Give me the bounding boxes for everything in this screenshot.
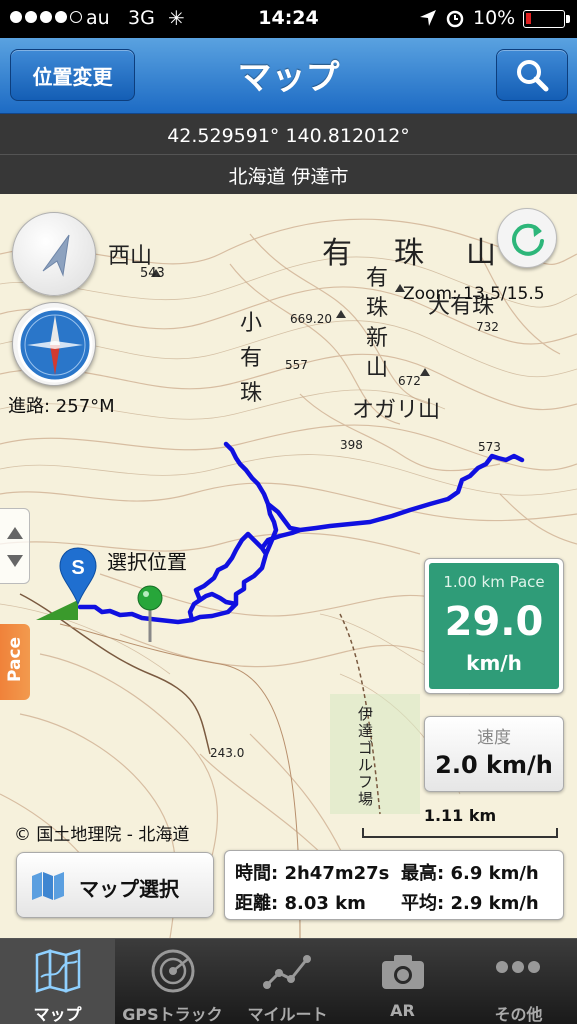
map-label-kousu-3: 珠	[240, 381, 263, 406]
speed-panel[interactable]: 速度 2.0 km/h	[424, 716, 564, 792]
pace-title: 1.00 km Pace	[443, 573, 545, 591]
coordinates-text: 42.529591° 140.812012°	[167, 125, 410, 147]
start-pin-icon: S	[59, 547, 97, 606]
map-label-golf-3: ゴ	[358, 739, 374, 757]
compass-icon	[17, 307, 93, 383]
map-label-elevation: 672	[398, 374, 421, 388]
topographic-map[interactable]: 西山 543 有 珠 山 小 有 珠 有 珠 新 山 大有珠 オガリ山 669.…	[0, 194, 577, 938]
camera-icon	[382, 955, 424, 989]
tab-ar[interactable]: AR	[345, 939, 460, 1024]
page-title: マップ	[237, 58, 340, 98]
battery-percent: 10%	[473, 7, 516, 29]
tab-gps-track-label: GPSトラック	[122, 1005, 223, 1024]
stat-max-speed: 最高: 6.9 km/h	[401, 863, 539, 884]
map-label-elevation: 243.0	[210, 746, 245, 760]
start-pin-label: S	[71, 557, 84, 579]
track-stats-panel: 時間: 2h47m27s 最高: 6.9 km/h 距離: 8.03 km 平均…	[224, 850, 564, 920]
location-arrow-icon	[420, 10, 436, 26]
tab-more-label: その他	[494, 1005, 543, 1024]
heading-lock-button[interactable]	[12, 212, 96, 296]
map-icon	[35, 949, 81, 993]
tab-gps-track[interactable]: GPSトラック	[115, 939, 230, 1024]
tab-map-label: マップ	[33, 1005, 82, 1024]
more-icon	[496, 961, 540, 973]
side-scroll-control[interactable]	[0, 508, 30, 584]
map-select-label: マップ選択	[79, 877, 179, 901]
map-label-shinzan-4: 山	[366, 356, 389, 381]
map-label-elevation: 669.20	[290, 312, 332, 326]
zoom-level: Zoom: 13.5/15.5	[403, 284, 545, 304]
map-label-kousu-2: 有	[240, 346, 263, 371]
stat-time: 時間: 2h47m27s	[235, 863, 390, 884]
pace-unit: km/h	[466, 651, 522, 675]
selected-position-pin-icon	[137, 585, 163, 642]
refresh-button[interactable]	[497, 208, 557, 268]
map-label-elevation: 543	[140, 266, 165, 281]
pace-tab-label: Pace	[5, 636, 25, 682]
pace-tab[interactable]: Pace	[0, 624, 30, 700]
map-label-golf-4: ル	[358, 756, 374, 774]
search-icon	[517, 60, 549, 92]
map-label-shinzan-3: 新	[366, 326, 389, 351]
status-bar: au 3G ✳ 14:24 10%	[0, 0, 577, 38]
place-name: 北海道 伊達市	[228, 166, 349, 188]
map-label-usu-shinzan: 有 珠 新 山	[366, 264, 388, 384]
route-icon	[263, 955, 311, 989]
pace-panel[interactable]: 1.00 km Pace 29.0 km/h	[424, 558, 564, 694]
speed-label: 速度	[477, 728, 511, 748]
divider	[0, 154, 577, 155]
alarm-icon	[446, 10, 464, 28]
tab-ar-label: AR	[390, 1001, 415, 1020]
search-button[interactable]	[496, 49, 568, 101]
stat-average-speed: 平均: 2.9 km/h	[401, 893, 539, 914]
map-label-elevation: 573	[478, 440, 501, 454]
navigation-bar: 位置変更 マップ	[0, 38, 577, 114]
scale-label: 1.11 km	[423, 806, 497, 825]
selected-position-label: 選択位置	[107, 550, 187, 574]
tab-my-route-label: マイルート	[247, 1005, 328, 1024]
golf-course-area	[330, 694, 420, 814]
map-label-usuzan: 有 珠 山	[322, 236, 502, 271]
map-label-kousu-1: 小	[240, 311, 263, 336]
location-info-bar: 42.529591° 140.812012° 北海道 伊達市	[0, 114, 577, 194]
tab-bar: マップ GPSトラック マイルート AR その他	[0, 938, 577, 1024]
up-down-arrows-icon	[7, 527, 23, 567]
map-copyright: © 国土地理院 - 北海道	[14, 825, 190, 845]
stat-distance: 距離: 8.03 km	[235, 893, 366, 914]
map-label-golf-5: フ	[358, 773, 374, 791]
compass-button[interactable]	[12, 302, 96, 386]
folded-map-icon	[32, 872, 64, 900]
map-label-golf-2: 達	[358, 722, 374, 740]
battery-icon	[523, 10, 570, 28]
map-scale-bar: 1.11 km	[362, 804, 558, 838]
map-label-elevation: 732	[476, 320, 499, 334]
radar-icon	[151, 949, 195, 993]
map-label-golf: 伊 達 ゴ ル フ 場	[358, 706, 373, 808]
map-label-shinzan-1: 有	[366, 266, 389, 291]
pace-value: 29.0	[444, 599, 544, 645]
map-label-ogari: オガリ山	[352, 398, 441, 423]
tab-more[interactable]: その他	[460, 939, 577, 1024]
tab-map[interactable]: マップ	[0, 939, 115, 1024]
scale-line	[362, 828, 558, 838]
map-label-elevation: 557	[285, 358, 308, 372]
heading-text: 進路: 257°M	[8, 396, 115, 417]
map-label-shinzan-2: 珠	[366, 296, 389, 321]
map-select-button[interactable]: マップ選択	[16, 852, 214, 918]
speed-value: 2.0 km/h	[435, 751, 553, 779]
tab-my-route[interactable]: マイルート	[230, 939, 345, 1024]
map-label-elevation: 398	[340, 438, 363, 452]
refresh-icon	[512, 223, 544, 256]
map-label-golf-1: 伊	[358, 705, 374, 723]
navigation-arrow-icon	[42, 234, 70, 277]
map-label-kousu: 小 有 珠	[240, 306, 262, 411]
